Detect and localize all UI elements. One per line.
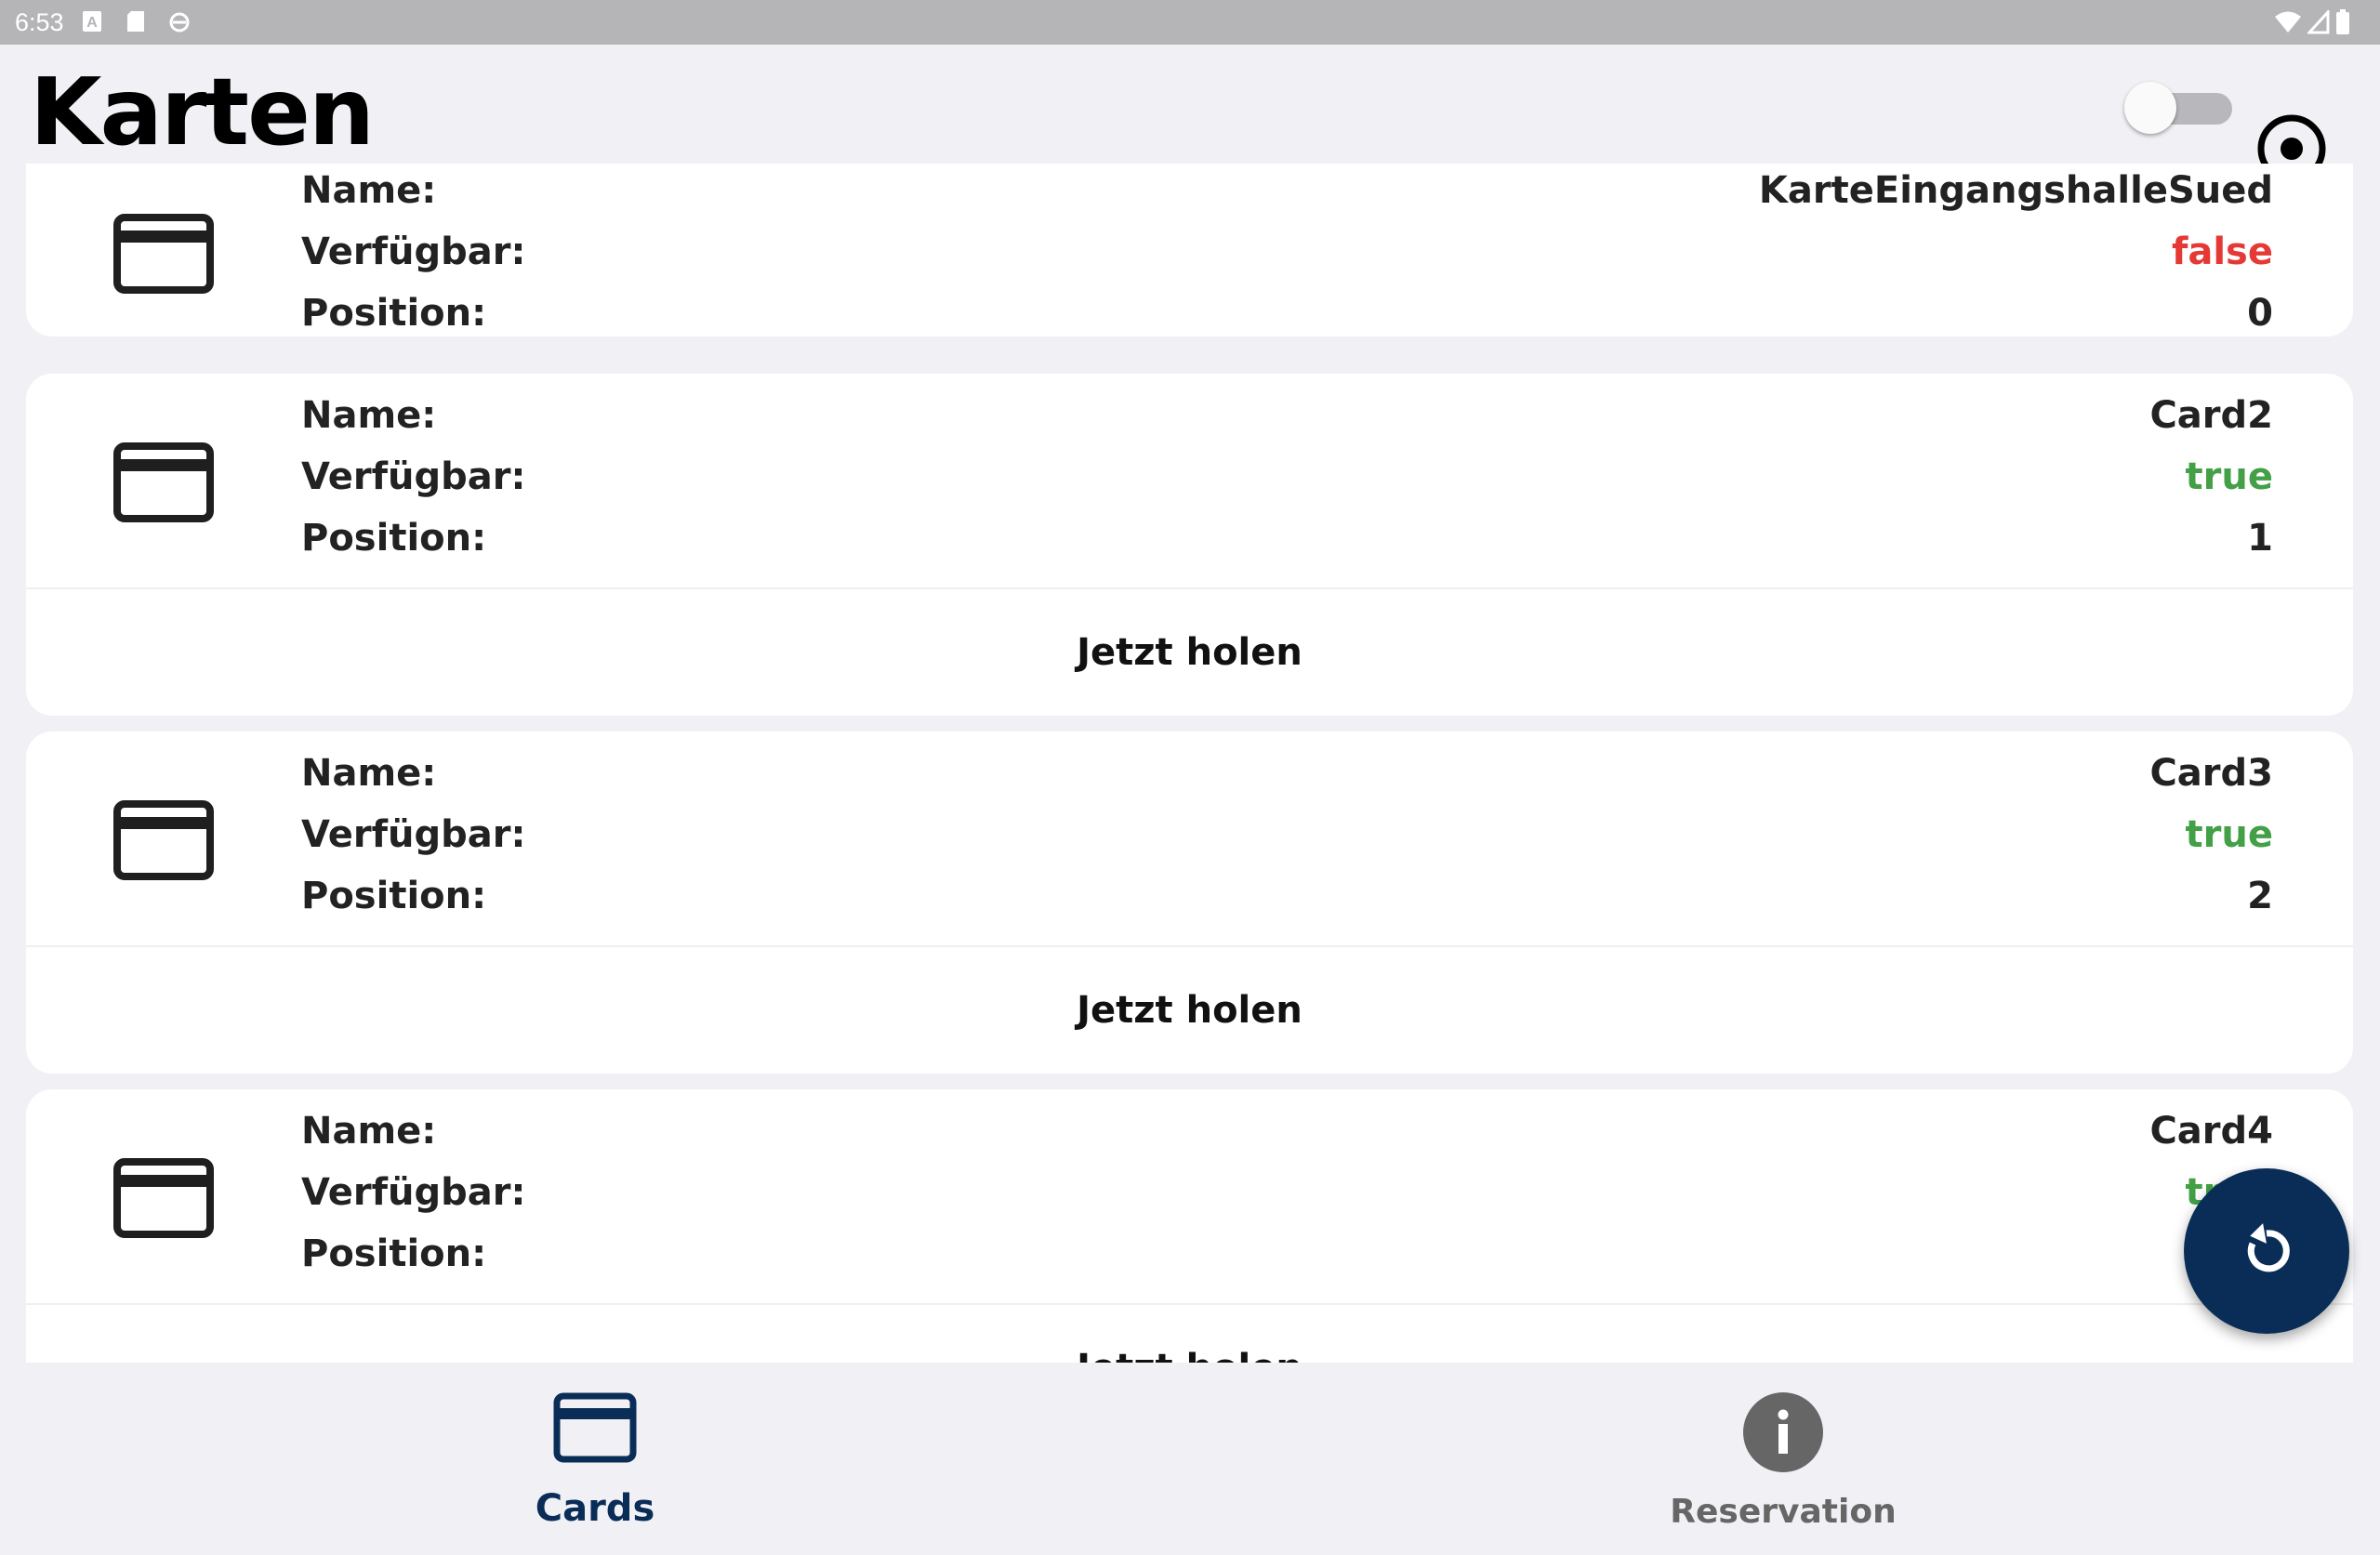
available-label: Verfügbar: [301,455,526,498]
card-available-value: true [2185,455,2273,498]
card-available-value: false [2171,231,2273,273]
card-item: Name: Card4 Verfügbar: true Position: 3 … [26,1089,2353,1363]
available-label: Verfügbar: [301,231,526,273]
card-item: Name: Card3 Verfügbar: true Position: 2 … [26,731,2353,1074]
credit-card-icon [113,214,214,294]
card-available-row: Verfügbar: false [301,231,2273,286]
page-title: Karten [30,58,375,166]
card-available-row: Verfügbar: true [301,455,2273,511]
card-position-row: Position: 3 [301,1232,2273,1288]
name-label: Name: [301,752,437,795]
toggle-switch[interactable] [2124,82,2232,134]
refresh-icon [2247,1223,2290,1272]
refresh-button[interactable] [2184,1168,2349,1334]
name-label: Name: [301,169,437,212]
card-name-row: Name: Card2 [301,394,2273,450]
wifi-icon [2275,11,2301,33]
battery-icon [2336,9,2349,34]
card-name-value: Card3 [2149,752,2273,795]
toggle-thumb [2124,82,2176,134]
card-name-value: Card2 [2149,394,2273,437]
svg-text:A: A [86,15,98,31]
card-available-row: Verfügbar: true [301,813,2273,869]
card-name-value: KarteEingangshalleSued [1758,169,2273,212]
app-header: Karten [0,45,2380,183]
card-list[interactable]: Name: KarteEingangshalleSued Verfügbar: … [0,164,2380,1363]
card-position-value: 2 [2247,875,2273,917]
card-item: Name: KarteEingangshalleSued Verfügbar: … [26,164,2353,336]
credit-card-icon [553,1392,637,1463]
card-name-value: Card4 [2149,1110,2273,1153]
available-label: Verfügbar: [301,1171,526,1214]
signal-icon [2307,10,2330,34]
name-label: Name: [301,1110,437,1153]
info-icon [1743,1392,1823,1472]
available-label: Verfügbar: [301,813,526,856]
card-item: Name: Card2 Verfügbar: true Position: 1 … [26,374,2353,716]
card-position-row: Position: 1 [301,517,2273,573]
card-available-row: Verfügbar: true [301,1171,2273,1227]
card-position-value: 1 [2247,517,2273,560]
card-position-value: 0 [2247,292,2273,335]
keyboard-notification-icon: A [83,11,101,32]
status-time: 6:53 [15,8,64,36]
nav-label-cards: Cards [535,1487,655,1530]
name-label: Name: [301,394,437,437]
nav-label-reservation: Reservation [1670,1493,1897,1531]
fetch-now-button[interactable]: Jetzt holen [26,589,2353,716]
position-label: Position: [301,517,487,560]
position-label: Position: [301,1232,487,1275]
position-label: Position: [301,875,487,917]
credit-card-icon [113,800,214,880]
bottom-navigation: Cards Reservation [0,1363,2380,1555]
card-name-row: Name: Card3 [301,752,2273,808]
card-name-row: Name: KarteEingangshalleSued [301,169,2273,225]
nav-item-cards[interactable]: Cards [409,1363,781,1555]
nav-item-reservation[interactable]: Reservation [1597,1363,1969,1555]
sync-notification-icon [169,12,190,33]
card-name-row: Name: Card4 [301,1110,2273,1166]
fetch-now-button[interactable]: Jetzt holen [26,947,2353,1074]
status-bar: 6:53 A [0,0,2380,45]
credit-card-icon [113,1158,214,1238]
sd-card-icon [127,11,144,32]
card-position-row: Position: 0 [301,292,2273,348]
credit-card-icon [113,442,214,522]
position-label: Position: [301,292,487,335]
card-available-value: true [2185,813,2273,856]
card-position-row: Position: 2 [301,875,2273,930]
fetch-now-button[interactable]: Jetzt holen [26,1305,2353,1363]
